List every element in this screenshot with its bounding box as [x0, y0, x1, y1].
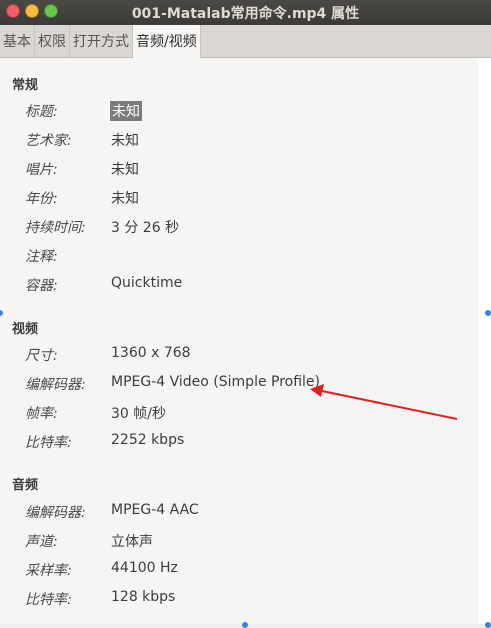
row-label: 采样率:: [25, 563, 72, 579]
row-audio-bitrate: 比特率: 128 kbps: [0, 589, 470, 609]
row-album: 唱片: 未知: [0, 159, 470, 179]
row-value[interactable]: 1360 x 768: [111, 345, 191, 361]
row-frame-rate: 帧率: 30 帧/秒: [0, 403, 470, 423]
row-value[interactable]: 立体声: [111, 531, 153, 551]
row-audio-codec: 编解码器: MPEG-4 AAC: [0, 502, 470, 522]
row-label: 唱片:: [25, 162, 58, 178]
resize-handle-right[interactable]: [485, 310, 491, 316]
row-value[interactable]: 未知: [111, 159, 139, 179]
row-label: 编解码器:: [25, 505, 86, 521]
row-value[interactable]: 3 分 26 秒: [111, 217, 179, 237]
close-icon[interactable]: [6, 4, 20, 18]
row-value[interactable]: 未知: [111, 130, 139, 150]
row-label: 年份:: [25, 191, 58, 207]
section-video-heading: 视频: [12, 322, 39, 337]
window-controls: [6, 4, 58, 18]
background-window-edge: [478, 58, 491, 628]
row-value[interactable]: 2252 kbps: [111, 432, 184, 448]
row-value-selected[interactable]: 未知: [110, 101, 142, 121]
row-label: 注释:: [25, 249, 58, 265]
row-value[interactable]: Quicktime: [111, 275, 182, 291]
tab-open-with[interactable]: 打开方式: [70, 25, 133, 57]
row-value[interactable]: 128 kbps: [111, 589, 175, 605]
row-label: 帧率:: [25, 406, 58, 422]
row-video-codec: 编解码器: MPEG-4 Video (Simple Profile): [0, 374, 470, 394]
row-label: 编解码器:: [25, 377, 86, 393]
row-value[interactable]: 未知: [111, 188, 139, 208]
row-channels: 声道: 立体声: [0, 531, 470, 551]
maximize-icon[interactable]: [44, 4, 58, 18]
row-title: 标题: 未知: [0, 101, 470, 121]
row-value[interactable]: 30 帧/秒: [111, 403, 166, 423]
row-value[interactable]: 44100 Hz: [111, 560, 178, 576]
row-duration: 持续时间: 3 分 26 秒: [0, 217, 470, 237]
row-dimensions: 尺寸: 1360 x 768: [0, 345, 470, 365]
row-artist: 艺术家: 未知: [0, 130, 470, 150]
resize-handle-bottom[interactable]: [242, 622, 248, 628]
tab-permissions[interactable]: 权限: [35, 25, 70, 57]
resize-handle-corner[interactable]: [485, 622, 491, 628]
row-label: 声道:: [25, 534, 58, 550]
row-value[interactable]: MPEG-4 AAC: [111, 502, 199, 518]
window-title: 001-Matalab常用命令.mp4 属性: [131, 5, 360, 22]
row-year: 年份: 未知: [0, 188, 470, 208]
row-sample-rate: 采样率: 44100 Hz: [0, 560, 470, 580]
tab-basic[interactable]: 基本: [0, 25, 35, 57]
row-label: 比特率:: [25, 435, 72, 451]
row-value[interactable]: MPEG-4 Video (Simple Profile): [111, 374, 320, 390]
row-container: 容器: Quicktime: [0, 275, 470, 295]
row-label: 容器:: [25, 278, 58, 294]
row-label: 尺寸:: [25, 348, 58, 364]
row-label: 比特率:: [25, 592, 72, 608]
row-label: 持续时间:: [25, 220, 86, 236]
section-audio-heading: 音频: [12, 478, 39, 493]
row-label: 标题:: [25, 104, 58, 120]
row-comment: 注释:: [0, 246, 470, 266]
properties-panel: 常规 标题: 未知 艺术家: 未知 唱片: 未知 年份: 未知 持续时间: 3 …: [0, 58, 478, 624]
row-label: 艺术家:: [25, 133, 72, 149]
tab-audio-video[interactable]: 音频/视频: [133, 25, 201, 58]
minimize-icon[interactable]: [25, 4, 39, 18]
title-bar[interactable]: 001-Matalab常用命令.mp4 属性: [0, 0, 491, 25]
row-video-bitrate: 比特率: 2252 kbps: [0, 432, 470, 452]
section-general-heading: 常规: [12, 78, 39, 93]
tab-bar: 基本 权限 打开方式 音频/视频: [0, 25, 491, 58]
